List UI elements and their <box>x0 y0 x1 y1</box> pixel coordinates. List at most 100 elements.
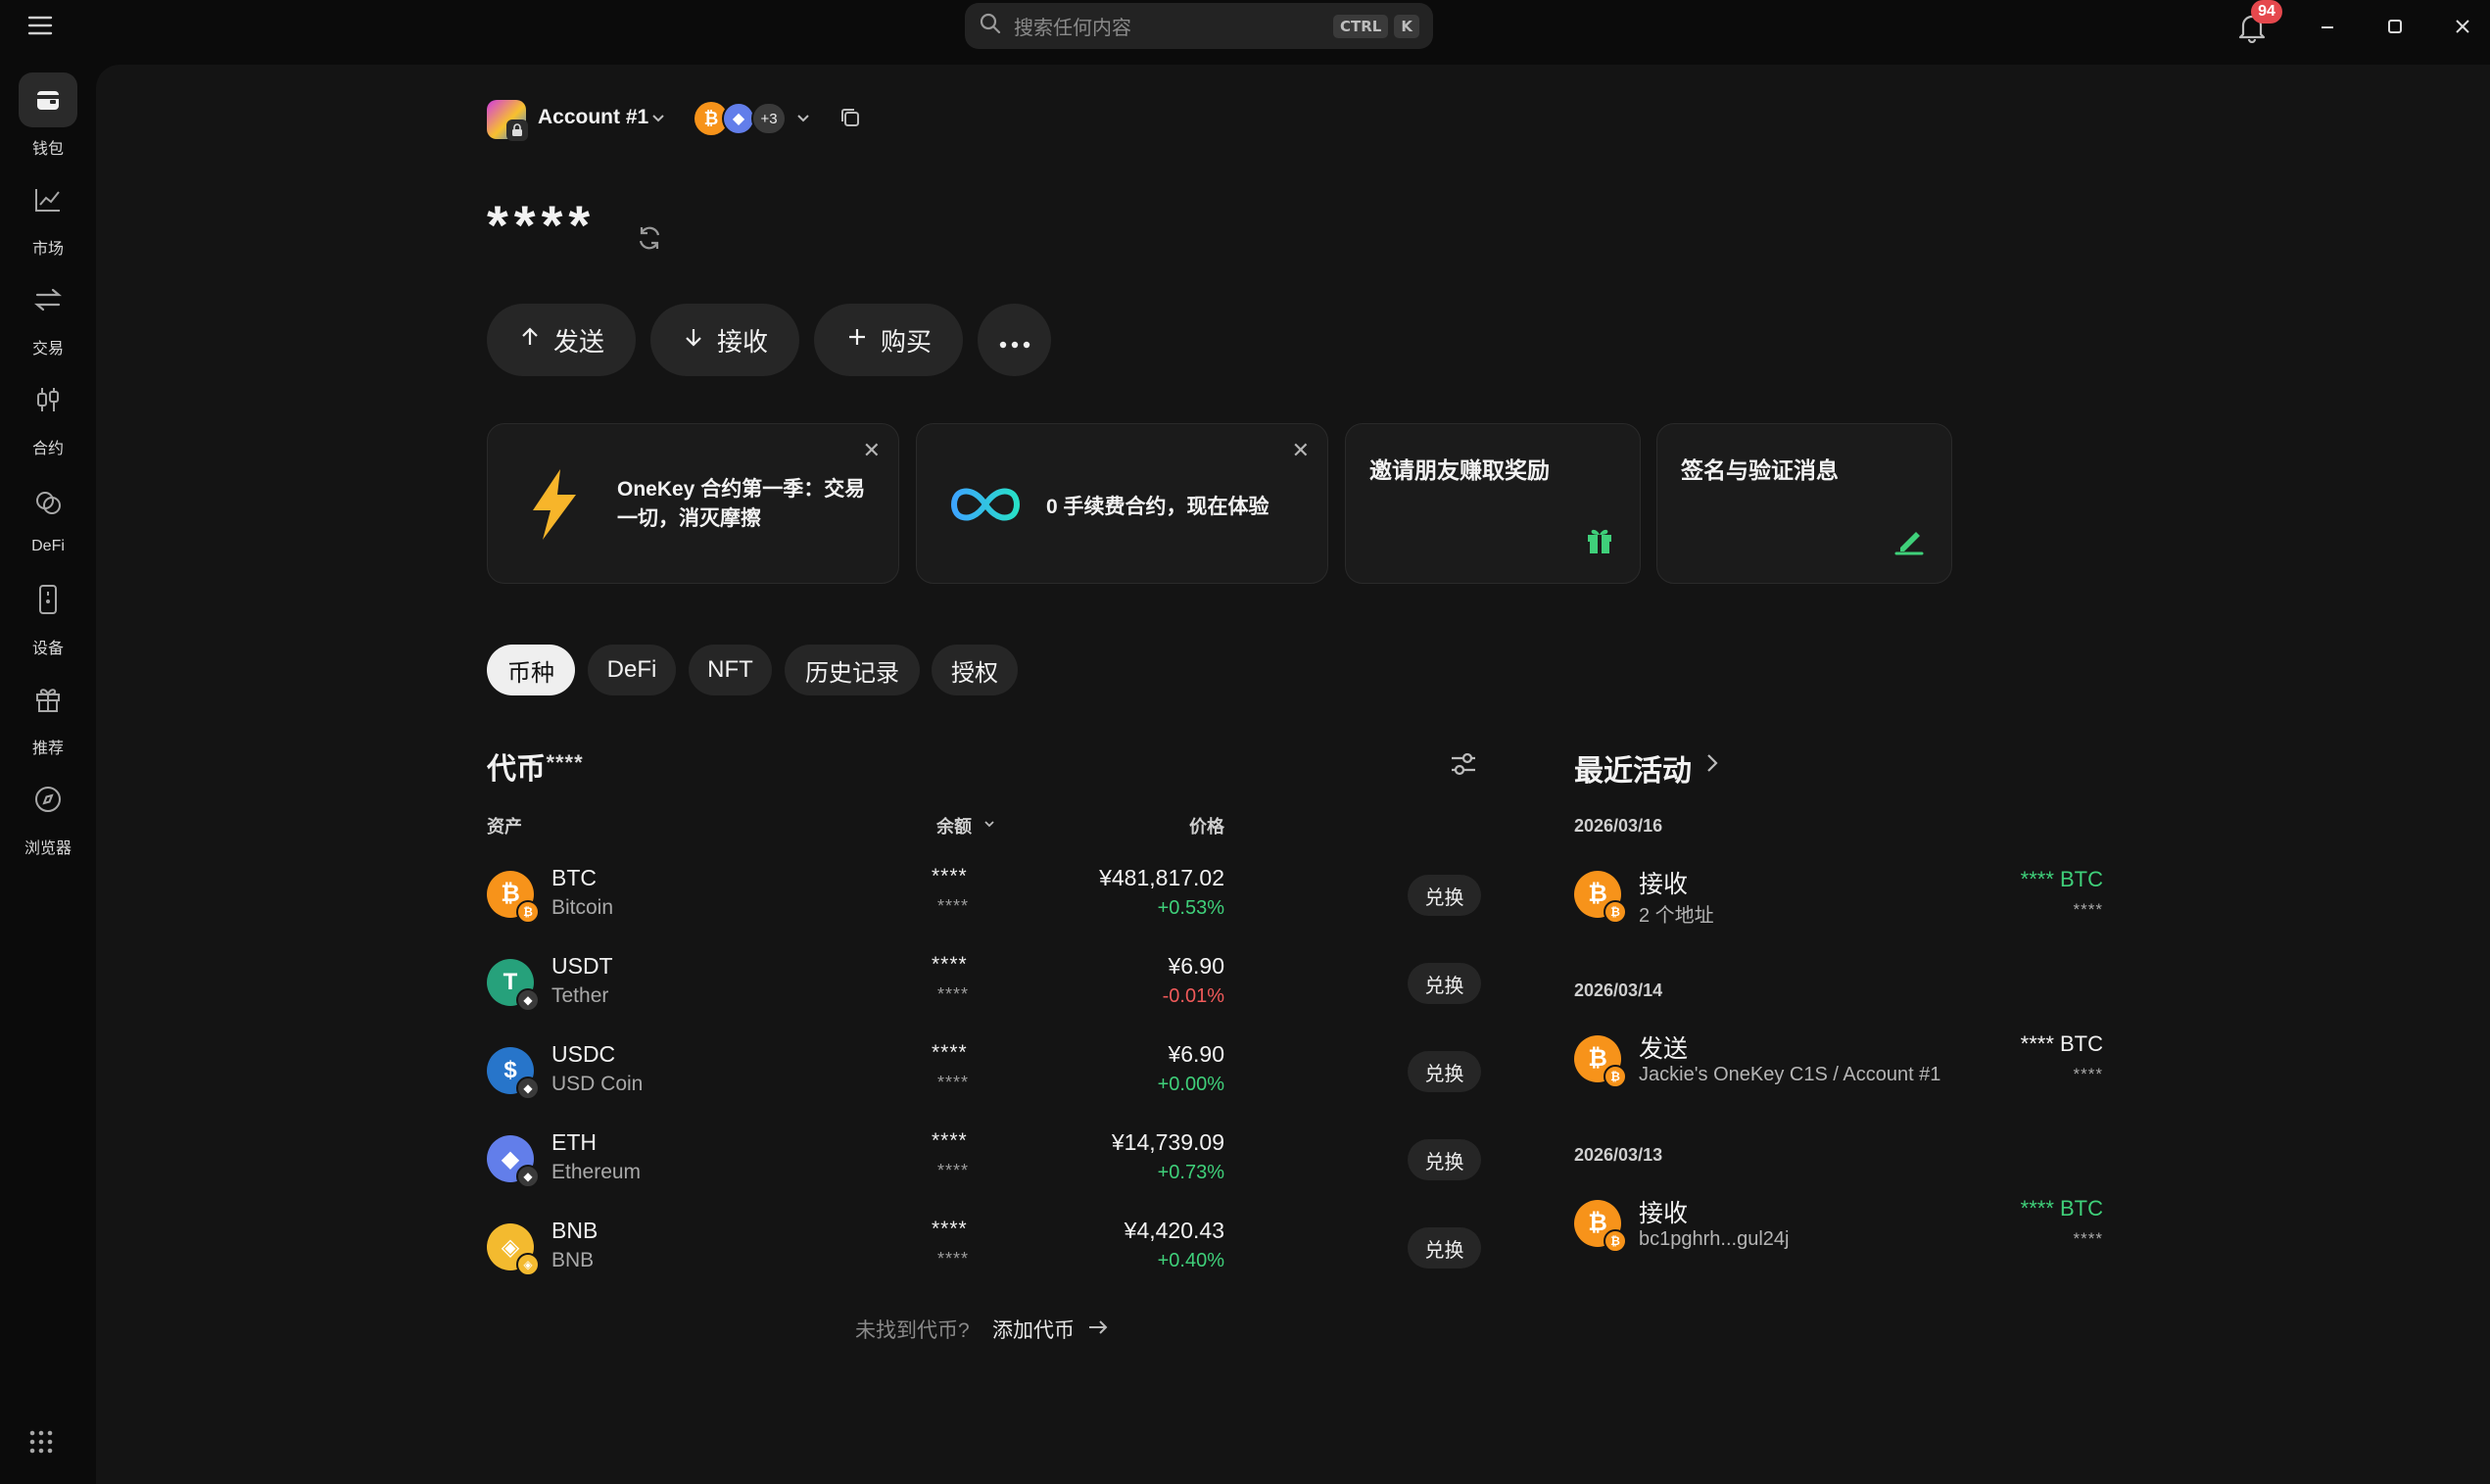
token-not-found-text: 未找到代币? <box>855 1319 970 1342</box>
tab-history[interactable]: 历史记录 <box>785 645 920 695</box>
activity-amount: **** BTC <box>2020 1196 2103 1221</box>
token-price: ¥4,420.43 <box>1124 1218 1224 1243</box>
chevron-down-icon[interactable] <box>650 110 666 130</box>
token-balance: **** <box>932 1041 968 1064</box>
token-row-usdc[interactable]: $ ◆ USDC USD Coin **** **** ¥6.90 +0.00%… <box>487 1041 1481 1129</box>
chevron-right-icon[interactable] <box>1703 751 1721 780</box>
sidebar-item-label: 合约 <box>31 441 64 457</box>
lock-icon <box>506 120 528 141</box>
token-row-eth[interactable]: ◆ ◆ ETH Ethereum **** **** ¥14,739.09 +0… <box>487 1129 1481 1218</box>
token-value: **** <box>937 1073 970 1092</box>
receive-button[interactable]: 接收 <box>650 304 799 376</box>
copy-icon[interactable] <box>838 106 862 134</box>
add-token-link[interactable]: 添加代币 <box>992 1315 1075 1344</box>
token-row-bnb[interactable]: ◈ ◈ BNB BNB **** **** ¥4,420.43 +0.40% 兑… <box>487 1218 1481 1306</box>
sidebar-item-label: 市场 <box>31 241 64 258</box>
tab-defi[interactable]: DeFi <box>588 645 676 695</box>
hamburger-menu-icon[interactable] <box>27 15 53 41</box>
close-window-icon[interactable] <box>2453 17 2472 41</box>
send-button[interactable]: 发送 <box>487 304 636 376</box>
token-value: **** <box>937 1249 970 1269</box>
coin-glyph: ◆ <box>501 1145 520 1173</box>
title-bar: 搜索任何内容 CTRL K 94 <box>0 0 2490 65</box>
bitcoin-icon: ₿ ₿ <box>1574 1200 1627 1253</box>
account-name[interactable]: Account #1 <box>538 106 648 129</box>
refresh-icon[interactable] <box>635 223 664 258</box>
sidebar-item-label: 推荐 <box>31 741 64 757</box>
sidebar-item-trade[interactable]: 交易 <box>0 272 96 359</box>
lightning-icon <box>527 467 582 547</box>
sidebar-item-market[interactable]: 市场 <box>0 172 96 259</box>
swap-button[interactable]: 兑换 <box>1408 1139 1481 1180</box>
arrow-right-icon[interactable] <box>1087 1317 1109 1342</box>
sidebar-item-defi[interactable]: DeFi <box>0 472 96 558</box>
sign-verify-text: 签名与验证消息 <box>1681 457 1839 483</box>
token-value: **** <box>937 1161 970 1180</box>
token-symbol: ETH <box>551 1129 597 1155</box>
token-name: BNB <box>551 1249 595 1271</box>
swap-button[interactable]: 兑换 <box>1408 1051 1481 1092</box>
token-symbol: BTC <box>551 865 597 890</box>
ethereum-network-icon[interactable]: ◆ <box>722 102 755 135</box>
close-icon[interactable]: ✕ <box>863 438 881 463</box>
token-symbol: BNB <box>551 1218 599 1243</box>
promo-card-contract[interactable]: OneKey 合约第一季：交易一切，消灭摩擦 ✕ <box>487 423 899 584</box>
activity-amount: **** BTC <box>2020 1031 2103 1056</box>
chain-badge-icon: ₿ <box>1604 900 1627 924</box>
invite-friends-card[interactable]: 邀请朋友赚取奖励 <box>1345 423 1641 584</box>
sign-verify-card[interactable]: 签名与验证消息 <box>1656 423 1952 584</box>
sidebar-item-browser[interactable]: 浏览器 <box>0 772 96 858</box>
token-balance: **** <box>932 1218 968 1240</box>
swap-button[interactable]: 兑换 <box>1408 875 1481 916</box>
sidebar-item-device[interactable]: 设备 <box>0 572 96 658</box>
chevron-down-icon[interactable] <box>795 110 811 130</box>
activity-type: 接收 <box>1639 1200 1689 1227</box>
activity-item-receive[interactable]: ₿ ₿ 接收 2 个地址 **** BTC **** <box>1574 865 2103 933</box>
bitcoin-icon: ₿ ₿ <box>1574 1035 1627 1088</box>
token-value: **** <box>937 896 970 916</box>
tokens-total-masked: · **** <box>531 750 584 775</box>
chart-icon <box>19 172 77 227</box>
swap-arrows-icon <box>19 272 77 327</box>
token-price: ¥6.90 <box>1168 1041 1224 1067</box>
shortcut-key-k: K <box>1394 14 1419 38</box>
swap-button[interactable]: 兑换 <box>1408 963 1481 1004</box>
token-row-btc[interactable]: ₿ ₿ BTC Bitcoin **** **** ¥481,817.02 +0… <box>487 865 1481 953</box>
apps-grid-icon[interactable] <box>28 1429 54 1460</box>
more-actions-button[interactable] <box>978 304 1051 376</box>
sidebar-item-label: DeFi <box>31 538 65 554</box>
sidebar-item-referral[interactable]: 推荐 <box>0 672 96 758</box>
sidebar-item-contracts[interactable]: 合约 <box>0 372 96 458</box>
promo-card-zero-fee[interactable]: 0 手续费合约，现在体验 ✕ <box>916 423 1328 584</box>
token-name: Tether <box>551 984 609 1007</box>
token-row-usdt[interactable]: T ◆ USDT Tether **** **** ¥6.90 -0.01% 兑… <box>487 953 1481 1041</box>
tab-approvals[interactable]: 授权 <box>932 645 1018 695</box>
column-balance[interactable]: 余额 <box>936 813 972 838</box>
bitcoin-icon: ₿ ₿ <box>487 871 540 924</box>
search-input[interactable]: 搜索任何内容 CTRL K <box>965 3 1433 49</box>
maximize-window-icon[interactable] <box>2385 17 2405 41</box>
activity-detail: Jackie's OneKey C1S / Account #1 <box>1639 1064 1941 1085</box>
sort-chevron-down-icon[interactable] <box>982 817 996 836</box>
activity-fiat: **** <box>2073 1065 2103 1083</box>
activity-type: 发送 <box>1639 1035 1689 1063</box>
arrow-down-icon <box>682 325 705 356</box>
sidebar-item-label: 交易 <box>31 341 64 358</box>
filter-settings-icon[interactable] <box>1448 748 1479 785</box>
token-balance: **** <box>932 953 968 976</box>
activity-item-send[interactable]: ₿ ₿ 发送 Jackie's OneKey C1S / Account #1 *… <box>1574 1029 2103 1098</box>
minimize-window-icon[interactable] <box>2318 16 2337 40</box>
more-networks-badge[interactable]: +3 <box>751 102 787 135</box>
tab-nft[interactable]: NFT <box>689 645 772 695</box>
tab-tokens[interactable]: 币种 <box>487 645 575 695</box>
close-icon[interactable]: ✕ <box>1292 438 1310 463</box>
promo-zero-fee-text: 0 手续费合约，现在体验 <box>1046 496 1269 518</box>
buy-button[interactable]: 购买 <box>814 304 963 376</box>
token-name: Ethereum <box>551 1161 642 1183</box>
sidebar-item-wallet[interactable]: 钱包 <box>0 72 96 159</box>
column-asset: 资产 <box>487 817 522 837</box>
recent-activity-title[interactable]: 最近活动 <box>1574 746 1692 790</box>
activity-item-receive[interactable]: ₿ ₿ 接收 bc1pghrh...gul24j **** BTC **** <box>1574 1194 2103 1263</box>
token-price: ¥14,739.09 <box>1111 1129 1224 1155</box>
swap-button[interactable]: 兑换 <box>1408 1227 1481 1269</box>
